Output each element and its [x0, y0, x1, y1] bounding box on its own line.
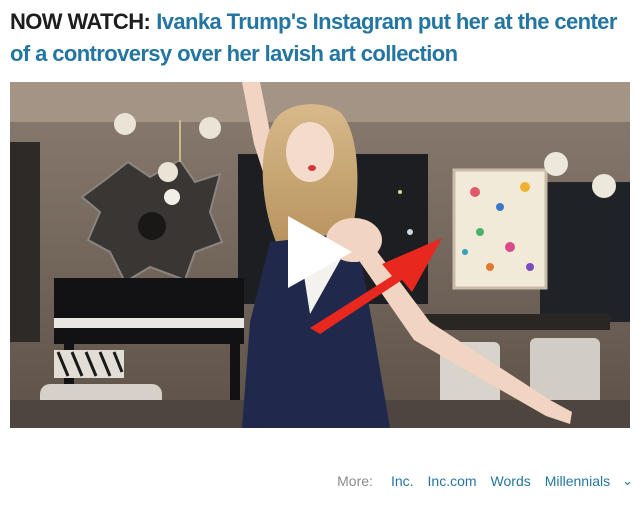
play-icon[interactable] [288, 216, 352, 288]
video-player[interactable] [10, 82, 630, 428]
more-label: More: [337, 473, 373, 489]
headline: NOW WATCH: Ivanka Trump's Instagram put h… [10, 6, 635, 70]
chevron-down-icon[interactable]: ⌄ [622, 473, 633, 489]
more-link-inc-com[interactable]: Inc.com [428, 473, 477, 489]
more-links-bar: More: Inc. Inc.com Words Millennials ⌄ [337, 471, 633, 491]
more-link-words[interactable]: Words [491, 473, 531, 489]
more-link-millennials[interactable]: Millennials [545, 473, 610, 489]
now-watch-label: NOW WATCH: [10, 9, 151, 34]
more-link-inc[interactable]: Inc. [391, 473, 414, 489]
